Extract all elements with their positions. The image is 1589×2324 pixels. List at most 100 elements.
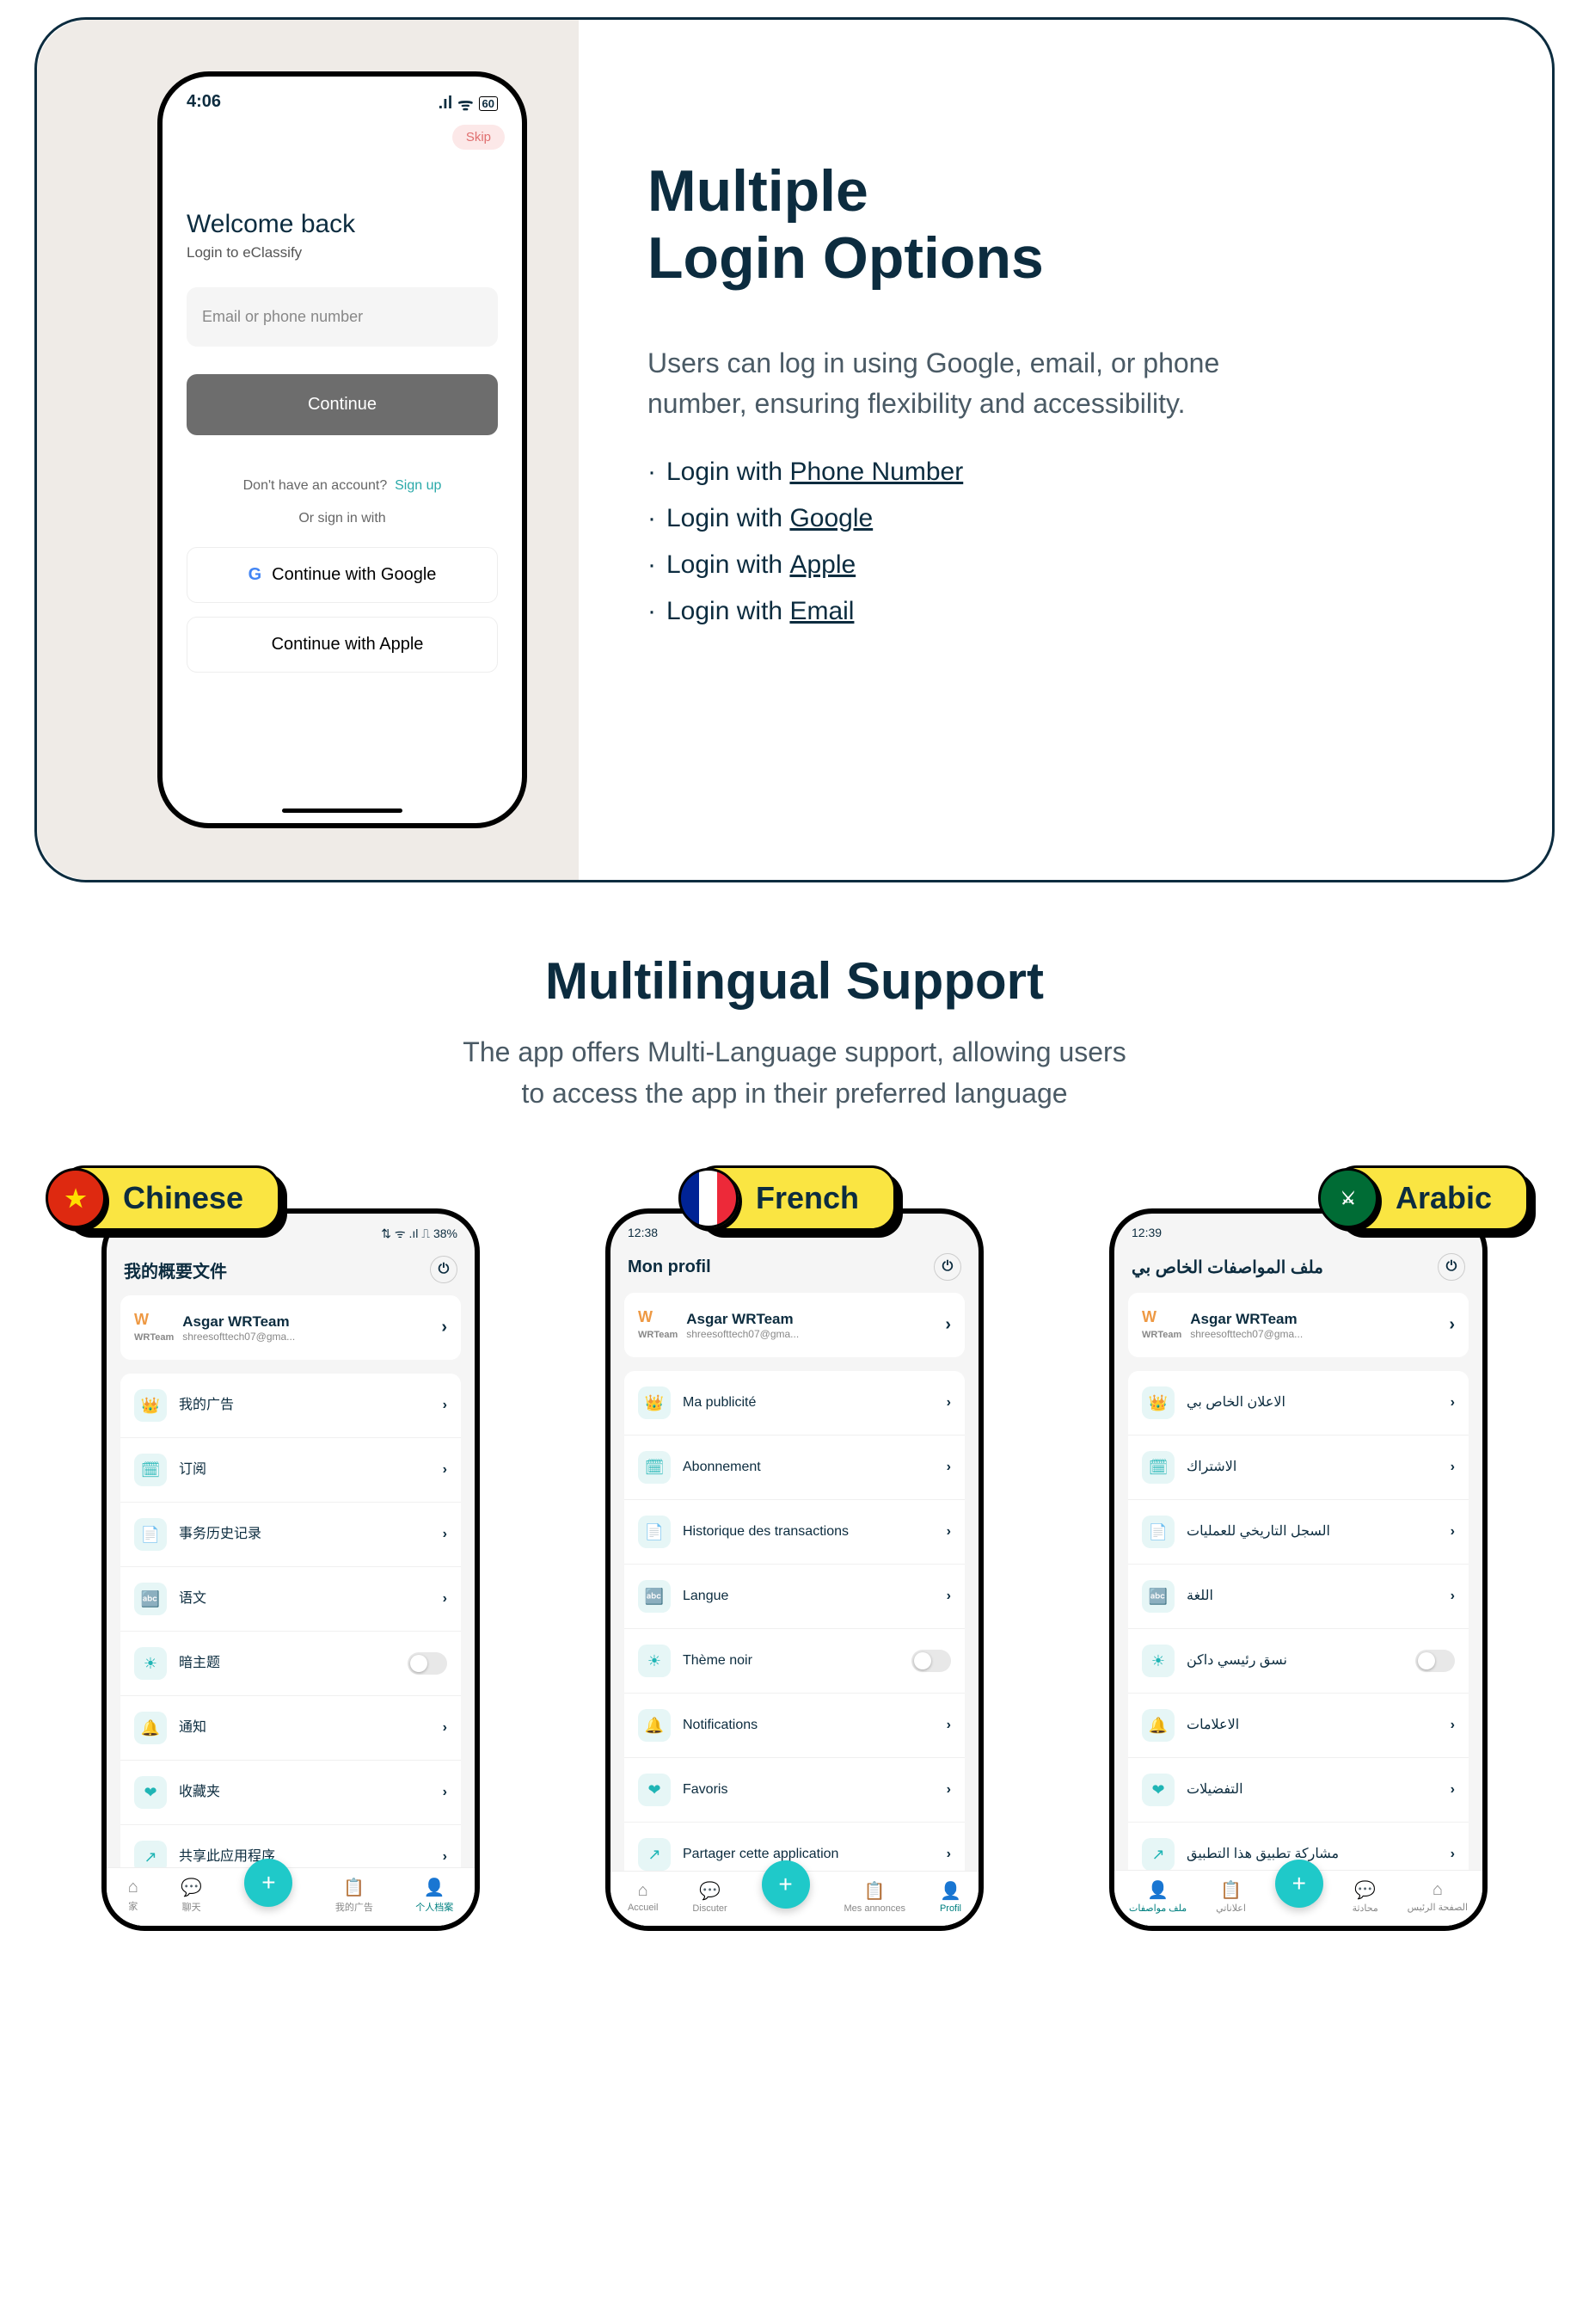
nav-label: 我的广告 [335, 1900, 373, 1914]
nav-icon: 📋 [864, 1880, 886, 1902]
multilingual-title: Multilingual Support [34, 951, 1555, 1011]
login-phone-mockup: 4:06 .ıl ᯤ 60 Skip Welcome back Login to… [157, 71, 527, 828]
nav-item[interactable]: ⌂Accueil [628, 1881, 658, 1913]
nav-item[interactable]: 💬Discuter [692, 1880, 727, 1914]
nav-label: محادثة [1353, 1903, 1378, 1914]
dark-theme-toggle[interactable] [408, 1652, 447, 1675]
menu-label: اللغة [1187, 1588, 1439, 1604]
continue-button[interactable]: Continue [187, 374, 498, 435]
nav-label: Discuter [692, 1903, 727, 1914]
nav-icon: ⌂ [128, 1878, 138, 1897]
nav-icon: 👤 [1147, 1879, 1169, 1901]
fab-add-button[interactable]: + [244, 1859, 292, 1907]
menu-label: Langue [683, 1588, 935, 1604]
menu-icon: 🗓 [134, 1454, 167, 1486]
menu-item[interactable]: ❤Favoris› [624, 1758, 965, 1823]
menu-item[interactable]: ☀暗主题 [120, 1632, 461, 1696]
menu-label: Ma publicité [683, 1394, 935, 1411]
menu-item[interactable]: 🗓الاشتراك› [1128, 1436, 1469, 1500]
home-indicator [282, 808, 402, 813]
language-phones-row: ★ Chinese ⇅ ᯤ .ıl ⎍ 38% 我的概要文件 ⏻ WWRTeam [34, 1165, 1555, 1931]
profile-name: Asgar WRTeam [1190, 1311, 1303, 1328]
dark-theme-toggle[interactable] [1415, 1650, 1455, 1672]
menu-item[interactable]: ☀Thème noir [624, 1629, 965, 1694]
chevron-right-icon: › [945, 1315, 951, 1335]
nav-label: الصفحة الرئيس [1408, 1902, 1468, 1913]
menu-item[interactable]: 👑Ma publicité› [624, 1371, 965, 1436]
menu-label: Historique des transactions [683, 1523, 935, 1540]
power-button[interactable]: ⏻ [1438, 1253, 1465, 1281]
chevron-right-icon: › [443, 1527, 447, 1542]
dark-theme-toggle[interactable] [911, 1650, 951, 1672]
status-bar: 4:06 .ıl ᯤ 60 [163, 77, 522, 124]
chevron-right-icon: › [1451, 1718, 1455, 1733]
french-badge: French [693, 1165, 896, 1231]
nav-item[interactable]: 👤ملف مواصفات [1129, 1879, 1187, 1914]
battery-icon: 60 [479, 96, 498, 111]
china-flag-icon: ★ [46, 1168, 106, 1228]
bottom-nav: ⌂家💬聊天+📋我的广告👤个人档案 [107, 1867, 475, 1926]
nav-label: 个人档案 [415, 1900, 453, 1914]
power-button[interactable]: ⏻ [934, 1253, 961, 1281]
menu-item[interactable]: ☀ نسق رئيسي داكن [1128, 1629, 1469, 1694]
menu-item[interactable]: 📄事务历史记录› [120, 1503, 461, 1567]
apple-signin-button[interactable]: Continue with Apple [187, 617, 498, 673]
nav-item[interactable]: ⌂الصفحة الرئيس [1408, 1880, 1468, 1913]
menu-item[interactable]: ❤التفضيلات› [1128, 1758, 1469, 1823]
menu-label: 暗主题 [179, 1655, 396, 1671]
menu-item[interactable]: 🔤اللغة› [1128, 1565, 1469, 1629]
menu-item[interactable]: 🗓Abonnement› [624, 1436, 965, 1500]
profile-card[interactable]: WWRTeam Asgar WRTeam shreesofttech07@gma… [1128, 1293, 1469, 1357]
menu-item[interactable]: 📄السجل التاريخي للعمليات› [1128, 1500, 1469, 1565]
menu-item[interactable]: 🔤语文› [120, 1567, 461, 1632]
menu-item[interactable]: 👑我的广告› [120, 1374, 461, 1438]
nav-item[interactable]: ⌂家 [128, 1878, 138, 1913]
skip-button[interactable]: Skip [452, 125, 505, 150]
menu-item[interactable]: 🔔Notifications› [624, 1694, 965, 1758]
menu-item[interactable]: 🔔الاعلامات› [1128, 1694, 1469, 1758]
google-signin-button[interactable]: G Continue with Google [187, 547, 498, 603]
multilingual-section: Multilingual Support The app offers Mult… [34, 951, 1555, 1931]
chinese-badge: ★ Chinese [60, 1165, 280, 1231]
menu-item[interactable]: 🔔通知› [120, 1696, 461, 1761]
menu-icon: ❤ [1142, 1774, 1175, 1806]
profile-title: Mon profil [628, 1257, 711, 1277]
menu-icon: ☀ [1142, 1645, 1175, 1677]
chevron-right-icon: › [947, 1460, 951, 1475]
nav-item[interactable]: 📋我的广告 [335, 1877, 373, 1914]
nav-item[interactable]: 👤Profil [940, 1880, 961, 1914]
nav-label: اعلاناتي [1216, 1903, 1246, 1914]
nav-item[interactable]: 💬محادثة [1353, 1879, 1378, 1914]
email-phone-input[interactable]: Email or phone number [187, 287, 498, 347]
chevron-right-icon: › [947, 1847, 951, 1862]
chevron-right-icon: › [947, 1524, 951, 1540]
chevron-right-icon: › [947, 1718, 951, 1733]
menu-item[interactable]: ❤收藏夹› [120, 1761, 461, 1825]
menu-icon: 🗓 [638, 1451, 671, 1484]
profile-card[interactable]: WWRTeam Asgar WRTeam shreesofttech07@gma… [624, 1293, 965, 1357]
menu-item[interactable]: 👑الاعلان الخاص بي› [1128, 1371, 1469, 1436]
menu-label: نسق رئيسي داكن [1187, 1652, 1403, 1669]
signup-link[interactable]: Sign up [395, 478, 441, 493]
menu-item[interactable]: 📄Historique des transactions› [624, 1500, 965, 1565]
nav-item[interactable]: 👤个人档案 [415, 1877, 453, 1914]
fab-add-button[interactable]: + [762, 1860, 810, 1909]
arabic-badge: ⚔ Arabic [1333, 1165, 1529, 1231]
fab-add-button[interactable]: + [1275, 1860, 1323, 1908]
menu-item[interactable]: 🔤Langue› [624, 1565, 965, 1629]
french-phone-column: French 12:38 Mon profil ⏻ WWRTeam Asgar … [555, 1165, 1034, 1931]
saudi-flag-icon: ⚔ [1318, 1168, 1378, 1228]
menu-item[interactable]: 🗓订阅› [120, 1438, 461, 1503]
status-right: .ıl ᯤ 60 [439, 92, 498, 115]
profile-menu-french: 👑Ma publicité›🗓Abonnement›📄Historique de… [624, 1371, 965, 1931]
wifi-icon: ᯤ [457, 92, 473, 115]
power-button[interactable]: ⏻ [430, 1256, 457, 1283]
profile-card[interactable]: WWRTeam Asgar WRTeam shreesofttech07@gma… [120, 1295, 461, 1360]
google-icon: G [248, 565, 262, 585]
chevron-right-icon: › [443, 1849, 447, 1865]
nav-label: 聊天 [182, 1900, 201, 1914]
nav-item[interactable]: 📋اعلاناتي [1216, 1879, 1246, 1914]
nav-item[interactable]: 📋Mes annonces [844, 1880, 905, 1914]
nav-item[interactable]: 💬聊天 [181, 1877, 202, 1914]
menu-icon: 🔔 [134, 1712, 167, 1744]
